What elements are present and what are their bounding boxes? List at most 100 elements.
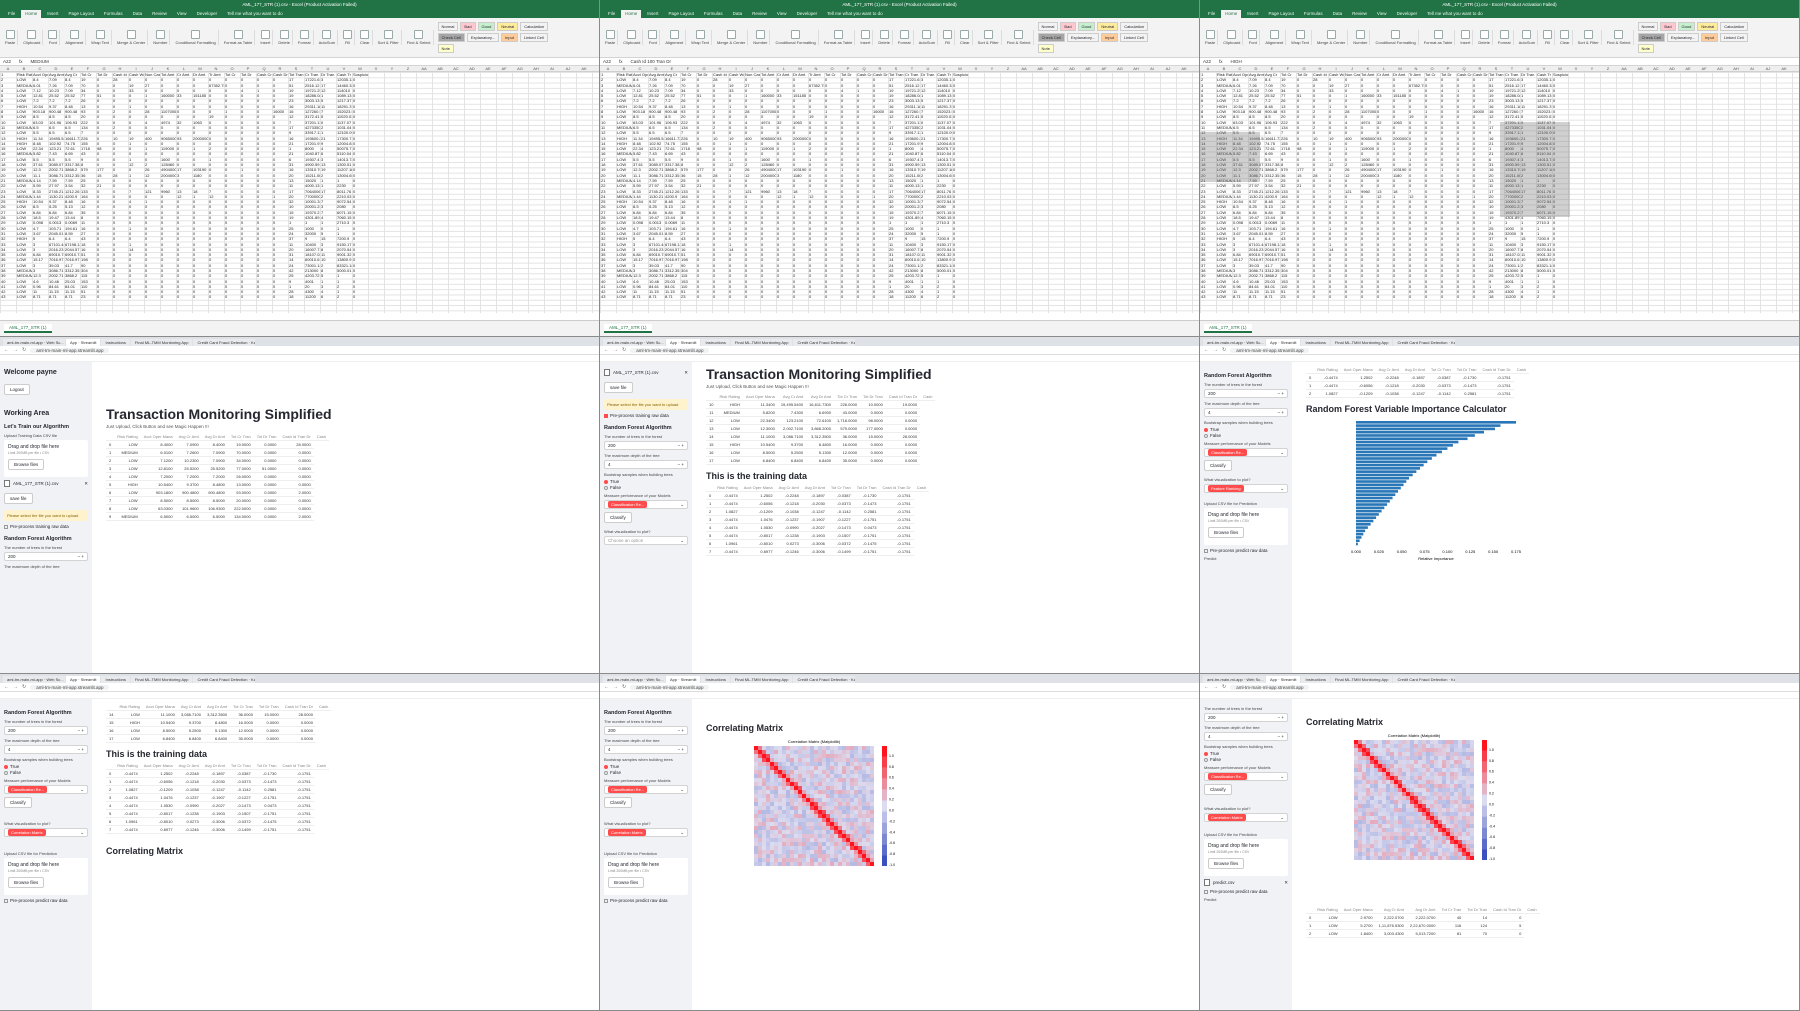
table-row[interactable]: 1 -0.4474 -0.6056 -0.1218 -0.2030 -0.0373 -0.1… bbox=[706, 499, 929, 508]
column-header[interactable]: K bbox=[760, 66, 776, 71]
sheet-cell[interactable]: 0 bbox=[744, 294, 760, 299]
column-header[interactable]: I bbox=[128, 66, 144, 71]
column-header[interactable]: Q bbox=[856, 66, 872, 71]
browser-tab[interactable]: aml-tm-main-ml-app · Web Sc... bbox=[3, 676, 65, 683]
table-row[interactable]: 5 -0.4474 -0.8017 -0.1238 -0.1903 -0.1507 -0.1… bbox=[106, 809, 329, 818]
browse-files-button[interactable]: Browse files bbox=[1208, 527, 1245, 538]
reload-icon[interactable]: ↻ bbox=[1222, 347, 1226, 353]
ribbon-group[interactable]: Clipboard bbox=[621, 30, 644, 45]
browser-tab[interactable]: Credit Card Fraud Detection · Ka... bbox=[1393, 339, 1456, 346]
preprocess-checkbox[interactable]: Pre-process training raw data bbox=[4, 524, 88, 529]
sheet-tab[interactable]: AML_177_STR (1) bbox=[604, 324, 652, 333]
table-row[interactable]: 2 1.0827 -0.1209 -0.1038 -0.1247 -0.1142 0.258… bbox=[106, 785, 329, 794]
ribbon-icon[interactable] bbox=[1355, 30, 1365, 39]
ribbon-tab[interactable]: Insert bbox=[43, 10, 62, 18]
ribbon-group[interactable]: Conditional Formatting bbox=[1373, 30, 1419, 45]
ribbon-tab[interactable]: Tell me what you want to do bbox=[823, 10, 887, 18]
measure-tag[interactable]: Classification Re... bbox=[1208, 449, 1248, 456]
sheet-cell[interactable]: LOW bbox=[1216, 294, 1232, 299]
checkbox-box[interactable] bbox=[604, 898, 608, 903]
column-header[interactable]: AF bbox=[496, 66, 512, 71]
close-icon[interactable]: ✕ bbox=[684, 370, 688, 376]
table-row[interactable]: 7 LOW 8.5000 8.5000 8.5000 20.0000 0.0000 0.000… bbox=[106, 496, 329, 505]
ribbon-group[interactable]: Number bbox=[151, 30, 171, 45]
column-header[interactable]: H bbox=[112, 66, 128, 71]
raw-data-table[interactable]: Risk Rating Acct Oper Mana Avg Cr Amt Avg D… bbox=[106, 433, 330, 521]
ribbon-icon[interactable] bbox=[233, 30, 243, 39]
chevron-down-icon[interactable]: ⌄ bbox=[680, 787, 684, 793]
table-row[interactable]: 16 LOW 8.5000 5.2500 5.1300 12.0000 0.0000 0.00… bbox=[106, 726, 331, 735]
table-row[interactable]: 9 MEDIUM 6.5000 6.5000 6.5000 134.0000 0.0000 2… bbox=[106, 512, 329, 521]
sheet-cell[interactable]: 8.71 bbox=[1248, 294, 1264, 299]
ribbon-group[interactable]: Delete bbox=[276, 30, 293, 45]
column-header[interactable]: U bbox=[320, 66, 336, 71]
style-swatch[interactable]: Explanatory... bbox=[466, 33, 500, 42]
sheet-cell[interactable]: 6 bbox=[1520, 294, 1536, 299]
chevron-down-icon[interactable]: ⌄ bbox=[680, 830, 684, 836]
column-header[interactable]: AI bbox=[544, 66, 560, 71]
ribbon-icon[interactable] bbox=[833, 30, 843, 39]
column-header[interactable]: AG bbox=[1712, 66, 1728, 71]
ribbon-group[interactable]: Merge & Center bbox=[1315, 30, 1349, 45]
ribbon-icon[interactable] bbox=[860, 30, 870, 39]
sheet-cell[interactable]: 0 bbox=[712, 294, 728, 299]
radio-true[interactable]: True bbox=[4, 764, 88, 769]
style-swatch[interactable]: Bad bbox=[1660, 22, 1676, 31]
ribbon-tab[interactable]: Page Layout bbox=[665, 10, 698, 18]
ribbon-icon[interactable] bbox=[899, 30, 909, 39]
stepper-icon[interactable]: − + bbox=[77, 554, 84, 559]
browser-tab[interactable]: aml-tm-main-ml-app · Web Sc... bbox=[1203, 339, 1265, 346]
ribbon-icon[interactable] bbox=[48, 30, 58, 39]
column-header[interactable]: K bbox=[160, 66, 176, 71]
style-swatch[interactable]: Check Cell bbox=[437, 33, 465, 42]
url-field[interactable]: aml-tm-main-ml-app.streamlit.app bbox=[630, 684, 710, 690]
column-header[interactable]: AD bbox=[464, 66, 480, 71]
column-header[interactable]: C bbox=[632, 66, 648, 71]
ribbon-group[interactable]: Find & Select bbox=[1605, 30, 1634, 45]
stepper-icon[interactable]: − + bbox=[677, 462, 684, 467]
column-header[interactable]: Y bbox=[984, 66, 1000, 71]
column-header[interactable]: G bbox=[1296, 66, 1312, 71]
viz-select[interactable]: Feature Ranking ⌄ bbox=[1204, 484, 1288, 493]
column-header[interactable]: AI bbox=[1744, 66, 1760, 71]
ribbon-icon[interactable] bbox=[1479, 30, 1489, 39]
ribbon-group[interactable]: Paste bbox=[3, 30, 19, 45]
ribbon-tab[interactable]: Developer bbox=[193, 10, 222, 18]
depth-input[interactable]: 4− + bbox=[1204, 408, 1288, 417]
ribbon-group[interactable]: Clear bbox=[1558, 30, 1573, 45]
sheet-cell[interactable]: 0 bbox=[760, 294, 776, 299]
sheet-row[interactable]: 43 LOW 8.71 8.71 8.71 23 0 0 0 0 0 0 0 0 0 0 0 0 18 11200 6 2… bbox=[1200, 294, 1799, 299]
sheet-cell[interactable]: 0 bbox=[776, 294, 792, 299]
column-header[interactable]: K bbox=[1360, 66, 1376, 71]
sheet-cell[interactable]: 0 bbox=[1296, 294, 1312, 299]
measure-multiselect[interactable]: Classification Re... ⌄ bbox=[4, 785, 88, 794]
column-header[interactable]: P bbox=[1440, 66, 1456, 71]
sheet-cell[interactable]: 8.71 bbox=[648, 294, 664, 299]
ribbon-icon[interactable] bbox=[1560, 30, 1570, 39]
sheet-cell[interactable]: 2 bbox=[1536, 294, 1552, 299]
column-header[interactable]: AH bbox=[1728, 66, 1744, 71]
viz-tag[interactable]: Correlation Matrix bbox=[608, 829, 646, 836]
column-header[interactable]: J bbox=[144, 66, 160, 71]
sheet-tab[interactable]: AML_177_STR (1) bbox=[1204, 324, 1252, 333]
column-header[interactable]: C bbox=[32, 66, 48, 71]
style-swatch[interactable]: Input bbox=[501, 33, 518, 42]
ribbon-icon[interactable] bbox=[191, 30, 201, 39]
ribbon-icon[interactable] bbox=[343, 30, 353, 39]
ribbon-icon[interactable] bbox=[605, 30, 615, 39]
sheet-cell[interactable]: 0 bbox=[144, 294, 160, 299]
column-header[interactable]: Z bbox=[1600, 66, 1616, 71]
table-row[interactable]: 5 HIGH 10.5400 9.3700 8.4800 13.0000 0.0000 0.0… bbox=[106, 480, 329, 489]
style-swatch[interactable]: Normal bbox=[1037, 22, 1059, 31]
ribbon-icon[interactable] bbox=[1433, 30, 1443, 39]
table-row[interactable]: 2 1.0827 -0.1209 -0.1038 -0.1247 -0.1142 0.258… bbox=[1306, 389, 1529, 398]
ribbon-icon[interactable] bbox=[1391, 30, 1401, 39]
viz-select[interactable]: Choose an option ⌄ bbox=[604, 536, 688, 545]
column-header[interactable]: O bbox=[1424, 66, 1440, 71]
ribbon-group[interactable]: Font bbox=[646, 30, 661, 45]
forward-icon[interactable]: → bbox=[613, 684, 618, 690]
table-row[interactable]: 6 1.0961 -0.8010 0.0273 -0.3006 -0.0372 -0.147… bbox=[106, 817, 329, 826]
sheet-cell[interactable]: 0 bbox=[1360, 294, 1376, 299]
ribbon-group[interactable]: Format bbox=[1496, 30, 1514, 45]
ribbon-icon[interactable] bbox=[960, 30, 970, 39]
